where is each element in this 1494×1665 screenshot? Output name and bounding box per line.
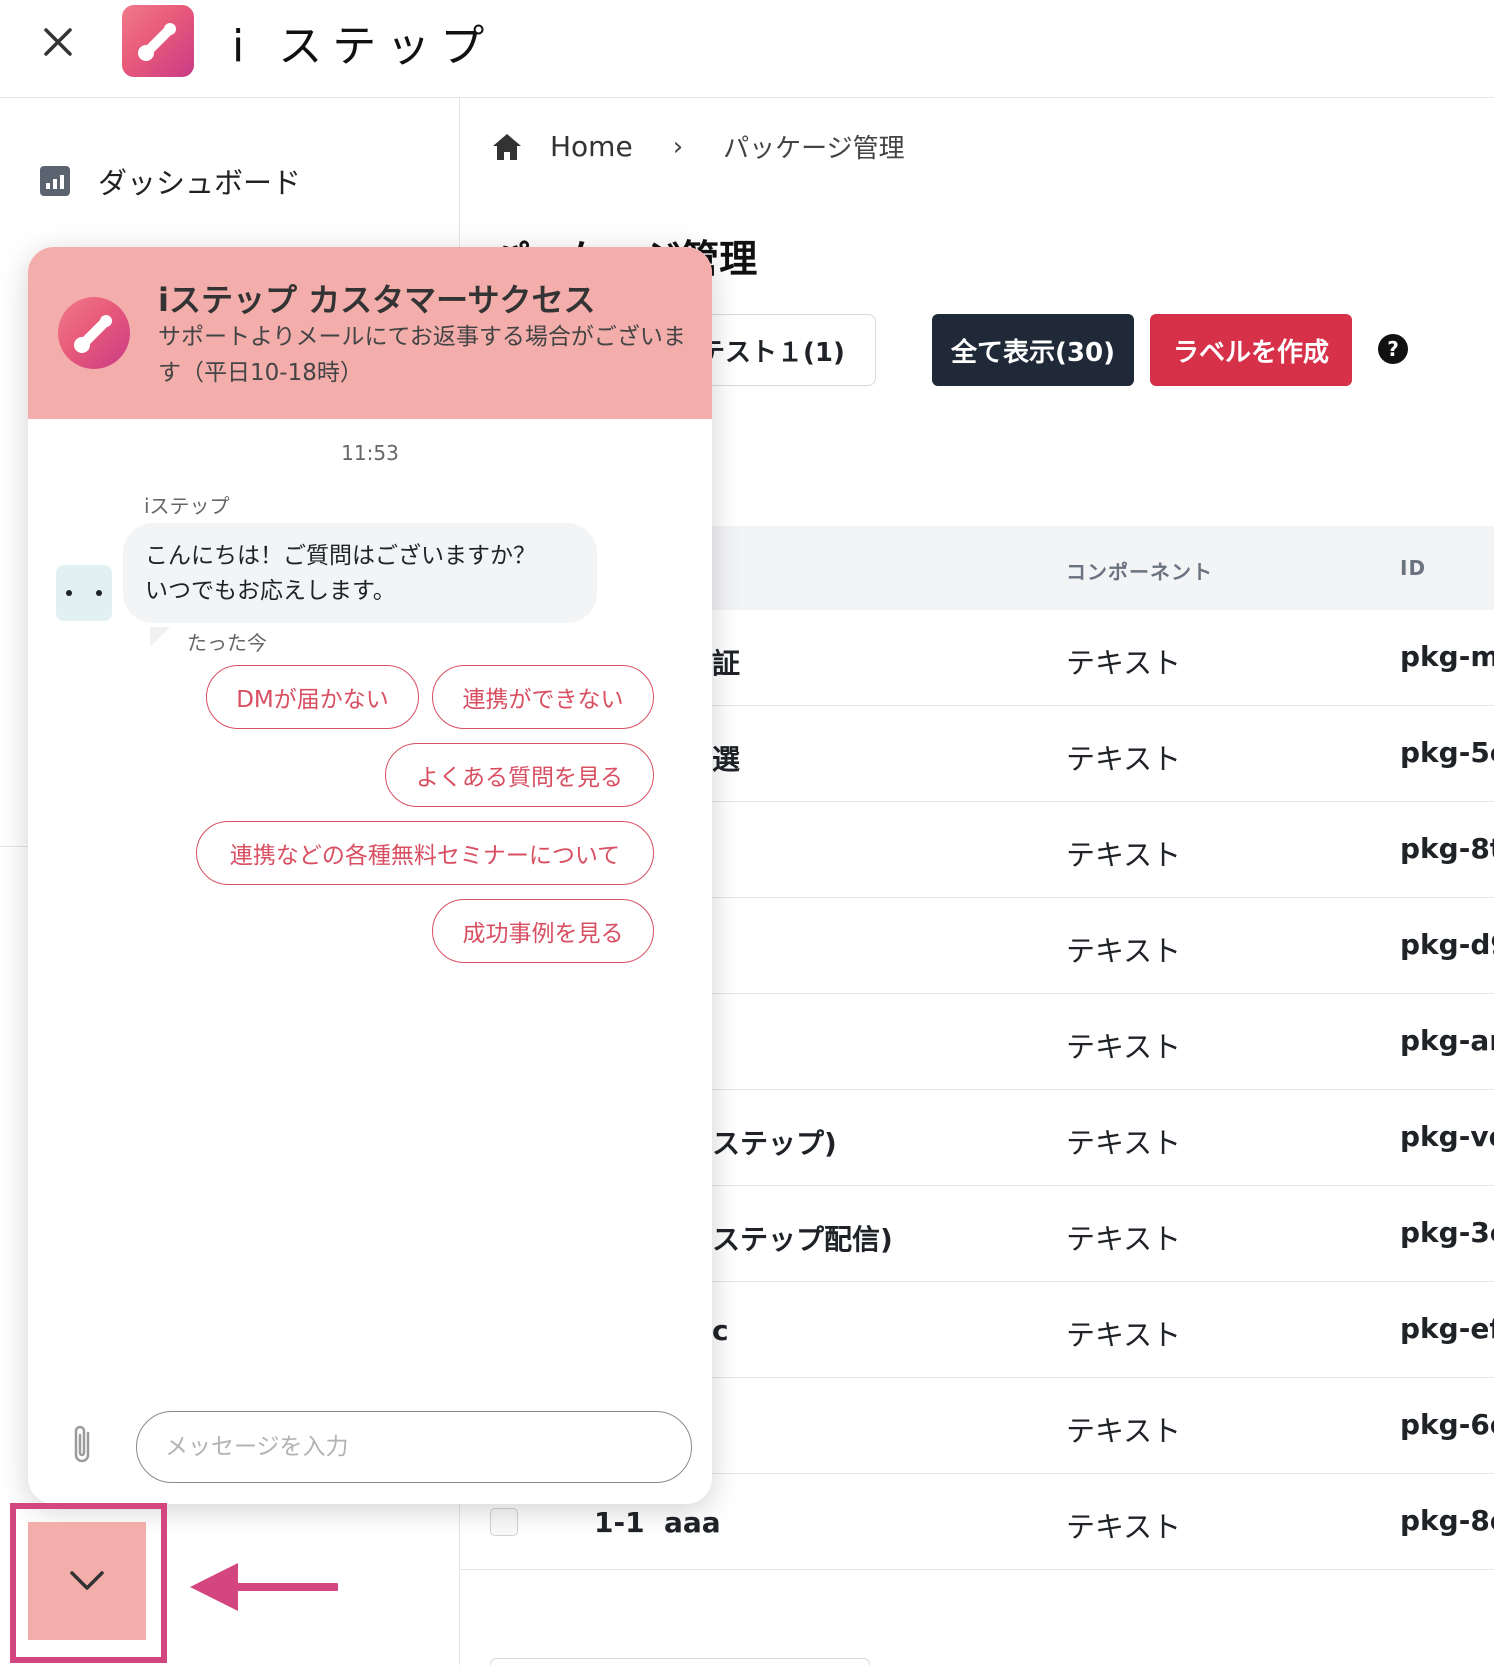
component-cell: テキスト <box>1066 838 1182 872</box>
column-header-id: ID <box>1400 556 1427 580</box>
quick-reply-seminar[interactable]: 連携などの各種無料セミナーについて <box>196 821 654 885</box>
chat-widget: iステップ カスタマーサクセス サポートよりメールにてお返事する場合がございます… <box>28 247 712 1504</box>
quick-reply-case-studies[interactable]: 成功事例を見る <box>432 899 654 963</box>
chat-toggle-button[interactable] <box>28 1522 146 1640</box>
paperclip-icon[interactable] <box>66 1423 100 1467</box>
component-cell: テキスト <box>1066 1414 1182 1448</box>
quick-reply-integration[interactable]: 連携ができない <box>432 665 654 729</box>
chat-title: iステップ カスタマーサクセス <box>158 281 596 319</box>
id-cell: pkg-m <box>1400 640 1494 673</box>
show-all-button[interactable]: 全て表示(30) <box>932 314 1134 386</box>
component-cell: テキスト <box>1066 742 1182 776</box>
chat-logo-icon <box>58 297 130 369</box>
package-name: ステップ配信) <box>712 1223 893 1256</box>
package-name: 証 <box>712 647 741 680</box>
package-number: 1-1 <box>594 1506 645 1539</box>
message-sender: iステップ <box>144 494 230 518</box>
pagination[interactable] <box>490 1658 870 1665</box>
message-text-line: いつでもお応えします。 <box>145 578 396 604</box>
close-button[interactable] <box>38 22 78 62</box>
id-cell: pkg-6e <box>1400 1408 1494 1441</box>
chat-header: iステップ カスタマーサクセス サポートよりメールにてお返事する場合がございます… <box>28 247 712 419</box>
sidebar-item-dashboard[interactable]: ダッシュボード <box>40 160 301 202</box>
component-cell: テキスト <box>1066 1510 1182 1544</box>
id-cell: pkg-5c <box>1400 736 1494 769</box>
package-name: aaa <box>664 1506 721 1539</box>
component-cell: テキスト <box>1066 1318 1182 1352</box>
sidebar-item-label: ダッシュボード <box>98 166 302 200</box>
id-cell: pkg-ve <box>1400 1120 1494 1153</box>
id-cell: pkg-3c <box>1400 1216 1494 1249</box>
id-cell: pkg-ef <box>1400 1312 1494 1345</box>
id-cell: pkg-ar <box>1400 1024 1494 1057</box>
component-cell: テキスト <box>1066 934 1182 968</box>
chat-subtitle: サポートよりメールにてお返事する場合がございます（平日10-18時） <box>158 324 686 386</box>
breadcrumb: Home › パッケージ管理 <box>492 128 905 165</box>
component-cell: テキスト <box>1066 1222 1182 1256</box>
help-icon[interactable]: ? <box>1378 334 1408 364</box>
quick-reply-dm[interactable]: DMが届かない <box>206 665 419 729</box>
component-cell: テキスト <box>1066 1030 1182 1064</box>
chevron-right-icon: › <box>672 131 684 162</box>
label-chip-text: テスト１(1) <box>699 337 845 368</box>
app-title: i ステップ <box>232 21 495 72</box>
home-icon[interactable] <box>492 133 522 161</box>
message-status: たった今 <box>187 631 267 655</box>
bot-avatar <box>56 565 112 621</box>
id-cell: pkg-d9 <box>1400 928 1494 961</box>
arrow-left-icon <box>190 1563 338 1611</box>
message-text-line: こんにちは！ご質問はございますか？ <box>145 543 536 569</box>
message-input[interactable] <box>136 1411 692 1483</box>
bar-chart-icon <box>40 166 70 196</box>
create-label-button[interactable]: ラベルを作成 <box>1150 314 1352 386</box>
component-cell: テキスト <box>1066 646 1182 680</box>
breadcrumb-current: パッケージ管理 <box>723 134 905 164</box>
top-bar: i ステップ <box>0 0 1494 98</box>
breadcrumb-home-link[interactable]: Home <box>550 130 633 163</box>
chat-input-row <box>28 1407 712 1487</box>
chevron-down-icon <box>70 1571 104 1590</box>
quick-reply-faq[interactable]: よくある質問を見る <box>385 743 654 807</box>
package-name: c <box>712 1314 729 1347</box>
close-icon <box>44 28 72 56</box>
id-cell: pkg-8t <box>1400 832 1494 865</box>
row-checkbox[interactable] <box>490 1508 518 1536</box>
id-cell: pkg-8e <box>1400 1504 1494 1537</box>
app-logo-icon <box>122 5 194 77</box>
package-name: 選 <box>712 743 741 776</box>
message-bubble: こんにちは！ご質問はございますか？ いつでもお応えします。 <box>123 523 597 623</box>
component-cell: テキスト <box>1066 1126 1182 1160</box>
package-name: ステップ) <box>712 1127 837 1160</box>
bubble-tail <box>150 627 170 647</box>
column-header-component: コンポーネント <box>1066 560 1213 584</box>
chat-timestamp: 11:53 <box>341 441 399 465</box>
